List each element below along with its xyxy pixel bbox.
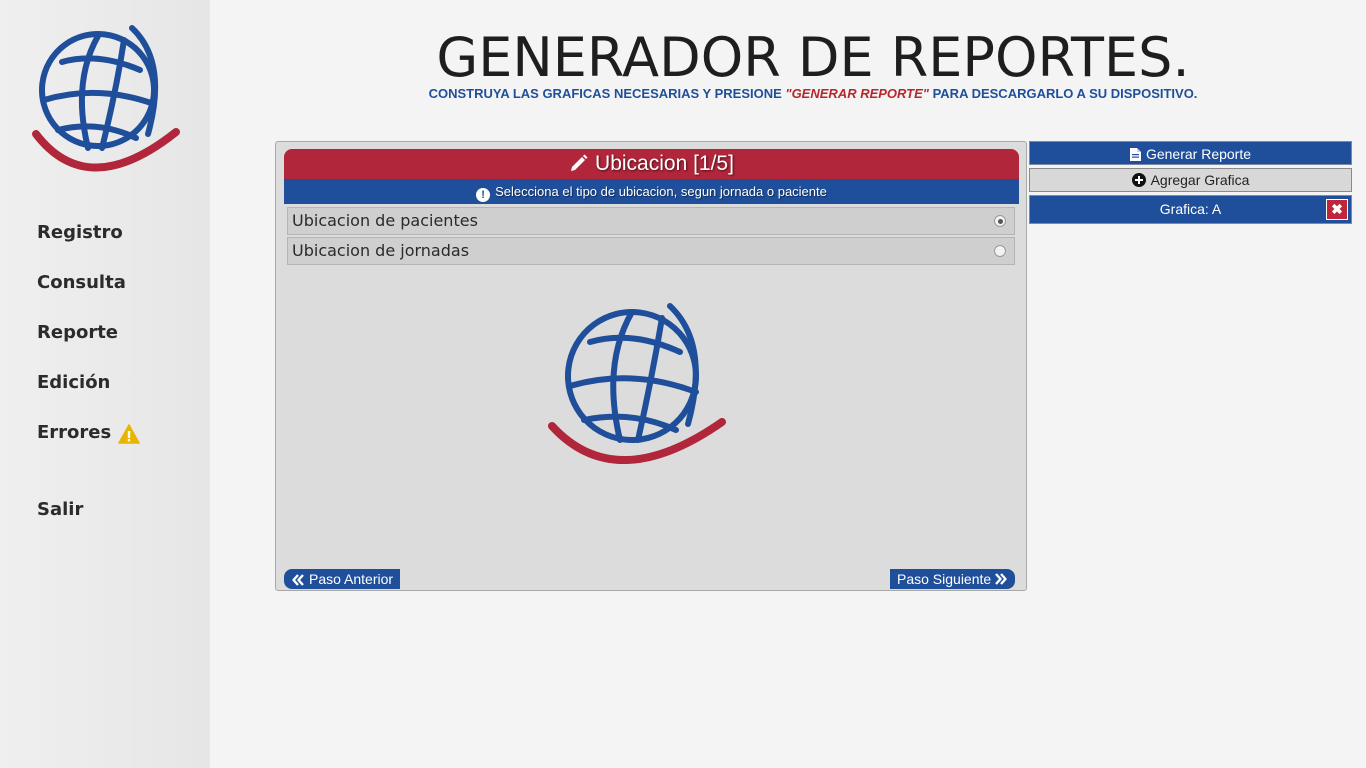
nav-item-errores[interactable]: Errores xyxy=(37,422,111,443)
next-step-button[interactable]: Paso Siguiente xyxy=(890,569,1016,589)
radio-pacientes[interactable] xyxy=(994,215,1006,227)
add-chart-label: Agregar Grafica xyxy=(1150,172,1250,188)
next-step-label: Paso Siguiente xyxy=(897,571,992,587)
add-chart-button[interactable]: Agregar Grafica xyxy=(1029,168,1352,192)
panel-title: Ubicacion [1/5] xyxy=(595,152,734,175)
globe-logo-icon xyxy=(548,303,726,464)
previous-step-button[interactable]: Paso Anterior xyxy=(284,569,401,589)
chart-item-label: Grafica: A xyxy=(1159,201,1222,217)
subtitle-text-end: PARA DESCARGARLO A SU DISPOSITIVO. xyxy=(928,86,1198,101)
close-icon[interactable]: ✖ xyxy=(1326,199,1348,220)
nav-item-reporte[interactable]: Reporte xyxy=(37,322,118,343)
nav-item-edicion[interactable]: Edición xyxy=(37,372,110,393)
option-ubicacion-pacientes[interactable]: Ubicacion de pacientes xyxy=(287,207,1015,235)
panel-instruction: ! Selecciona el tipo de ubicacion, segun … xyxy=(284,179,1019,204)
subtitle-text: CONSTRUYA LAS GRAFICAS NECESARIAS Y PRES… xyxy=(428,86,786,101)
exclamation-icon: ! xyxy=(476,188,491,202)
instruction-text: Selecciona el tipo de ubicacion, segun j… xyxy=(495,184,827,199)
pencil-icon xyxy=(571,154,588,171)
document-icon xyxy=(1129,148,1141,161)
option-label: Ubicacion de jornadas xyxy=(292,241,470,260)
wizard-panel: Ubicacion [1/5] ! Selecciona el tipo de u… xyxy=(275,141,1027,591)
page-title: GENERADOR DE REPORTES. xyxy=(436,26,1190,89)
globe-logo-icon xyxy=(32,25,180,172)
plus-circle-icon xyxy=(1131,173,1146,187)
nav-item-salir[interactable]: Salir xyxy=(37,499,83,520)
generate-report-button[interactable]: Generar Reporte xyxy=(1029,141,1352,165)
double-chevron-left-icon xyxy=(292,574,304,586)
page-subtitle: CONSTRUYA LAS GRAFICAS NECESARIAS Y PRES… xyxy=(260,86,1366,101)
radio-jornadas[interactable] xyxy=(994,245,1006,257)
option-ubicacion-jornadas[interactable]: Ubicacion de jornadas xyxy=(287,237,1015,265)
subtitle-emphasis: "GENERAR REPORTE" xyxy=(785,86,929,101)
previous-step-label: Paso Anterior xyxy=(309,571,394,587)
double-chevron-right-icon xyxy=(995,573,1007,585)
nav-item-consulta[interactable]: Consulta xyxy=(37,272,126,293)
generate-report-label: Generar Reporte xyxy=(1145,146,1252,162)
sidebar: Registro Consulta Reporte Edición Errore… xyxy=(0,0,210,768)
nav-item-registro[interactable]: Registro xyxy=(37,222,123,243)
option-label: Ubicacion de pacientes xyxy=(292,211,478,230)
warning-icon xyxy=(118,424,140,444)
panel-header: Ubicacion [1/5] xyxy=(284,149,1019,179)
chart-list-item: Grafica: A ✖ xyxy=(1029,195,1352,224)
